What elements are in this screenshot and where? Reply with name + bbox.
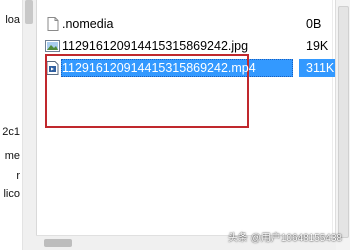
navigation-pane-scrollbar[interactable] — [22, 0, 37, 250]
file-row-selected[interactable]: 1129161209144153158692​42.mp4 311K — [36, 58, 350, 78]
file-name: 1129161209144153158692​42.jpg — [62, 39, 249, 53]
navigation-pane: loa 2c1 me r lico — [0, 0, 23, 250]
nav-item-fragment[interactable]: r — [16, 170, 20, 182]
file-list-scrollbar[interactable] — [335, 0, 350, 250]
image-file-icon — [45, 39, 60, 53]
file-size: 0B — [306, 17, 322, 31]
nav-item-fragment[interactable]: me — [5, 150, 20, 162]
nav-item-fragment[interactable]: loa — [5, 14, 20, 26]
file-name: 1129161209144153158692​42.mp4 — [62, 61, 256, 75]
file-size: 311K — [306, 61, 335, 75]
file-list: .nomedia 0B 1129161209144153158692​42.jp… — [36, 0, 350, 250]
video-file-icon — [45, 61, 60, 75]
file-row[interactable]: .nomedia 0B — [36, 14, 350, 34]
file-size: 19K — [306, 39, 329, 53]
navigation-pane-scroll-thumb[interactable] — [25, 0, 33, 24]
nav-item-fragment[interactable]: 2c1 — [2, 126, 20, 138]
blank-file-icon — [45, 17, 60, 31]
file-name: .nomedia — [62, 17, 114, 31]
horizontal-scroll-thumb[interactable] — [44, 239, 72, 247]
file-list-scroll-thumb[interactable] — [338, 6, 349, 238]
file-row[interactable]: 1129161209144153158692​42.jpg 19K — [36, 36, 350, 56]
nav-item-fragment[interactable]: lico — [3, 188, 20, 200]
watermark: 头条 @用户10648155438 — [227, 233, 342, 244]
